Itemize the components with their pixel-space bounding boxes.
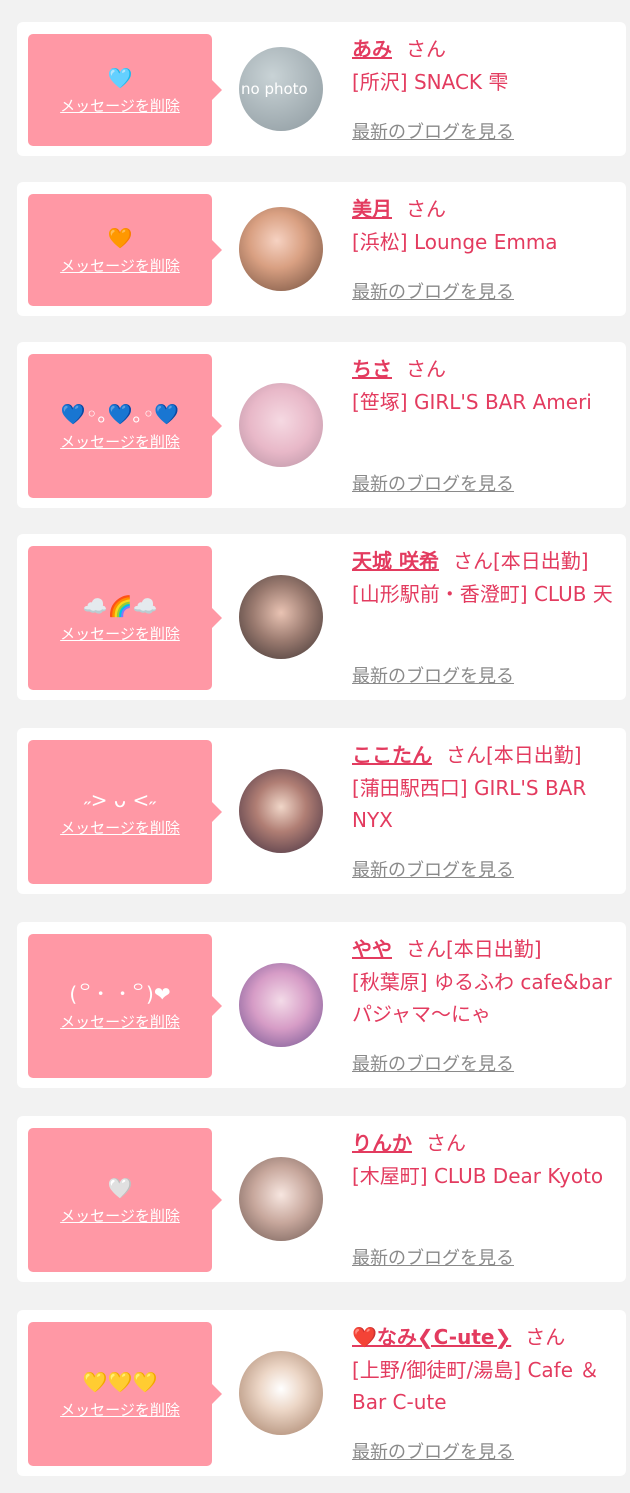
cast-name-link[interactable]: 天城 咲希 [352, 549, 439, 573]
name-suffix: さん [406, 357, 446, 381]
name-suffix: さん[本日出勤] [452, 549, 589, 573]
message-text: 💛💛💛 [82, 1369, 158, 1394]
list-item: ☁️🌈☁️ メッセージを削除 天城 咲希 さん[本日出勤] [山形駅前・香澄町] … [17, 534, 626, 700]
delete-message-link[interactable]: メッセージを削除 [60, 817, 180, 838]
latest-blog-link[interactable]: 最新のブログを見る [352, 856, 514, 882]
cast-name-link[interactable]: 美月 [352, 197, 392, 221]
delete-message-link[interactable]: メッセージを削除 [60, 1399, 180, 1420]
shop-name: [浜松] Lounge Emma [352, 230, 558, 254]
message-bubble: 🧡 メッセージを削除 [28, 194, 222, 306]
cast-name-link[interactable]: ❤️なみ❮C-ute❯ [352, 1325, 511, 1349]
item-info: りんか さん [木屋町] CLUB Dear Kyoto [352, 1128, 620, 1192]
delete-message-link[interactable]: メッセージを削除 [60, 1011, 180, 1032]
list-item: 🤍 メッセージを削除 りんか さん [木屋町] CLUB Dear Kyoto 最… [17, 1116, 626, 1282]
item-info: ちさ さん [笹塚] GIRL'S BAR Ameri [352, 354, 620, 418]
delete-message-link[interactable]: メッセージを削除 [60, 431, 180, 452]
avatar[interactable] [239, 1157, 323, 1241]
delete-message-link[interactable]: メッセージを削除 [60, 255, 180, 276]
name-suffix: さん [426, 1131, 466, 1155]
name-suffix: さん[本日出勤] [446, 743, 582, 767]
avatar[interactable] [239, 963, 323, 1047]
name-suffix: さん [406, 197, 446, 221]
cast-name-link[interactable]: やや [352, 937, 392, 961]
latest-blog-link[interactable]: 最新のブログを見る [352, 1244, 514, 1270]
message-bubble: ☁️🌈☁️ メッセージを削除 [28, 546, 222, 690]
shop-name: [蒲田駅西口] GIRL'S BAR NYX [352, 776, 587, 832]
message-text: ˶> ᴗ <˶ [84, 787, 156, 812]
latest-blog-link[interactable]: 最新のブログを見る [352, 1050, 514, 1076]
message-bubble: (꒪・ ・꒪)❤︎ メッセージを削除 [28, 934, 222, 1078]
latest-blog-link[interactable]: 最新のブログを見る [352, 470, 514, 496]
item-info: ❤️なみ❮C-ute❯ さん [上野/御徒町/湯島] Cafe ＆Bar C-ut… [352, 1322, 620, 1418]
message-bubble: 🩵 メッセージを削除 [28, 34, 222, 146]
avatar[interactable] [239, 575, 323, 659]
list-item: 💙◦｡💙｡◦💙 メッセージを削除 ちさ さん [笹塚] GIRL'S BAR Am… [17, 342, 626, 508]
shop-name: [笹塚] GIRL'S BAR Ameri [352, 390, 592, 414]
avatar[interactable] [239, 1351, 323, 1435]
no-photo-text: no photo [241, 80, 308, 98]
cast-name-link[interactable]: あみ [352, 37, 392, 61]
cast-name-link[interactable]: ちさ [352, 357, 392, 381]
message-bubble: 💙◦｡💙｡◦💙 メッセージを削除 [28, 354, 222, 498]
message-bubble: 🤍 メッセージを削除 [28, 1128, 222, 1272]
item-info: あみ さん [所沢] SNACK 雫 [352, 34, 620, 98]
message-text: (꒪・ ・꒪)❤︎ [69, 981, 171, 1006]
name-suffix: さん [525, 1325, 566, 1349]
message-text: 💙◦｡💙｡◦💙 [60, 401, 180, 426]
shop-name: [所沢] SNACK 雫 [352, 70, 509, 94]
delete-message-link[interactable]: メッセージを削除 [60, 1205, 180, 1226]
list-item: 🧡 メッセージを削除 美月 さん [浜松] Lounge Emma 最新のブログを… [17, 182, 626, 316]
message-text: 🧡 [107, 225, 133, 250]
latest-blog-link[interactable]: 最新のブログを見る [352, 278, 514, 304]
message-text: ☁️🌈☁️ [82, 593, 158, 618]
latest-blog-link[interactable]: 最新のブログを見る [352, 662, 514, 688]
list-item: ˶> ᴗ <˶ メッセージを削除 ここたん さん[本日出勤] [蒲田駅西口] GI… [17, 728, 626, 894]
delete-message-link[interactable]: メッセージを削除 [60, 95, 180, 116]
latest-blog-link[interactable]: 最新のブログを見る [352, 118, 514, 144]
item-info: ここたん さん[本日出勤] [蒲田駅西口] GIRL'S BAR NYX [352, 740, 620, 836]
shop-name: [秋葉原] ゆるふわ cafe&bar パジャマ〜にゃ [352, 970, 612, 1026]
item-info: 美月 さん [浜松] Lounge Emma [352, 194, 620, 258]
shop-name: [山形駅前・香澄町] CLUB 天 [352, 582, 613, 606]
avatar[interactable] [239, 769, 323, 853]
item-info: 天城 咲希 さん[本日出勤] [山形駅前・香澄町] CLUB 天 [352, 546, 620, 610]
latest-blog-link[interactable]: 最新のブログを見る [352, 1438, 514, 1464]
cast-name-link[interactable]: ここたん [352, 743, 432, 767]
message-bubble: 💛💛💛 メッセージを削除 [28, 1322, 222, 1466]
name-suffix: さん [406, 37, 446, 61]
shop-name: [木屋町] CLUB Dear Kyoto [352, 1164, 604, 1188]
list-item: 💛💛💛 メッセージを削除 ❤️なみ❮C-ute❯ さん [上野/御徒町/湯島] C… [17, 1310, 626, 1476]
avatar[interactable]: no photo [239, 47, 323, 131]
name-suffix: さん[本日出勤] [406, 937, 542, 961]
item-info: やや さん[本日出勤] [秋葉原] ゆるふわ cafe&bar パジャマ〜にゃ [352, 934, 620, 1030]
message-text: 🩵 [107, 65, 133, 90]
list-item: 🩵 メッセージを削除 no photo あみ さん [所沢] SNACK 雫 最新… [17, 22, 626, 156]
shop-name: [上野/御徒町/湯島] Cafe ＆Bar C-ute [352, 1358, 600, 1414]
message-text: 🤍 [107, 1175, 133, 1200]
delete-message-link[interactable]: メッセージを削除 [60, 623, 180, 644]
cast-name-link[interactable]: りんか [352, 1131, 412, 1155]
list-item: (꒪・ ・꒪)❤︎ メッセージを削除 やや さん[本日出勤] [秋葉原] ゆるふわ… [17, 922, 626, 1088]
message-bubble: ˶> ᴗ <˶ メッセージを削除 [28, 740, 222, 884]
avatar[interactable] [239, 207, 323, 291]
avatar[interactable] [239, 383, 323, 467]
